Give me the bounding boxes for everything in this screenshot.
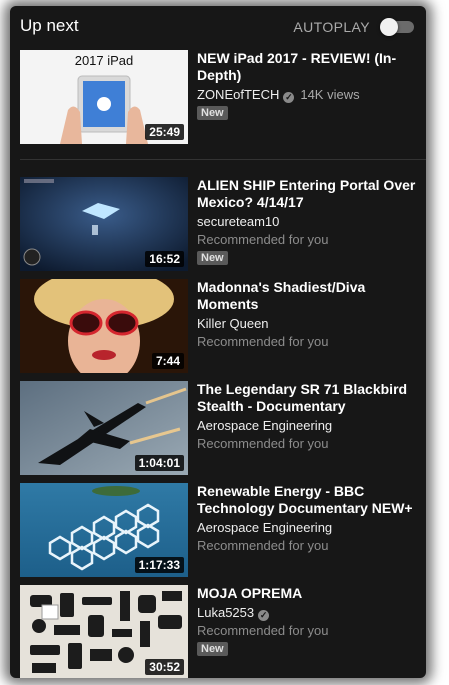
new-badge: New [197,251,228,265]
verified-check-icon: ✓ [283,92,295,103]
channel-name[interactable]: Killer Queen [197,316,269,331]
verified-check-icon: ✓ [258,610,270,621]
video-duration: 1:17:33 [134,557,184,573]
video-thumbnail-6[interactable]: 30:52 [20,585,188,678]
video-item-3[interactable]: 7:44 Madonna's Shadiest/Diva Moments Kil… [20,279,420,373]
recommended-label: Recommended for you [197,436,329,451]
video-thumbnail-2[interactable]: 16:52 [20,177,188,271]
video-item-5[interactable]: 1:17:33 Renewable Energy - BBC Technolog… [20,483,420,577]
video-channel-row: ZONEofTECH ✓ 14K views [197,86,422,103]
recommended-label: Recommended for you [197,623,329,638]
video-duration: 25:49 [145,124,184,140]
up-next-title: Up next [20,16,79,35]
video-channel-row: Luka5253 ✓ [197,604,422,621]
video-duration: 1:04:01 [134,455,184,471]
channel-name[interactable]: ZONEofTECH [197,87,279,102]
channel-name[interactable]: Aerospace Engineering [197,520,332,535]
video-thumbnail-3[interactable]: 7:44 [20,279,188,373]
autoplay-toggle-knob [380,18,398,36]
video-channel-row: Killer Queen [197,315,422,332]
recommended-label: Recommended for you [197,232,329,247]
video-info-3: Madonna's Shadiest/Diva Moments Killer Q… [197,279,422,350]
video-title[interactable]: MOJA OPREMA [197,585,422,602]
video-item-2[interactable]: 16:52 ALIEN SHIP Entering Portal Over Me… [20,177,420,271]
thumbnail-caption: 2017 iPad [74,53,134,68]
video-info-2: ALIEN SHIP Entering Portal Over Mexico? … [197,177,422,266]
video-channel-row: secureteam10 [197,213,422,230]
video-duration: 16:52 [145,251,184,267]
video-title[interactable]: ALIEN SHIP Entering Portal Over Mexico? … [197,177,422,211]
video-info-6: MOJA OPREMA Luka5253 ✓ Recommended for yo… [197,585,422,657]
autoplay-label: AUTOPLAY [293,19,370,35]
video-thumbnail-4[interactable]: 1:04:01 [20,381,188,475]
section-divider [20,159,426,160]
new-badge: New [197,642,228,656]
video-thumbnail-1[interactable]: 2017 iPad 25:49 [20,50,188,144]
recommended-label: Recommended for you [197,538,329,553]
video-info-5: Renewable Energy - BBC Technology Docume… [197,483,422,554]
channel-name[interactable]: Aerospace Engineering [197,418,332,433]
video-info-4: The Legendary SR 71 Blackbird Stealth - … [197,381,422,452]
video-item-4[interactable]: 1:04:01 The Legendary SR 71 Blackbird St… [20,381,420,475]
video-title[interactable]: Madonna's Shadiest/Diva Moments [197,279,422,313]
video-thumbnail-5[interactable]: 1:17:33 [20,483,188,577]
video-title[interactable]: NEW iPad 2017 - REVIEW! (In-Depth) [197,50,422,84]
channel-name[interactable]: secureteam10 [197,214,279,229]
up-next-header: Up next AUTOPLAY [20,16,416,38]
video-duration: 30:52 [145,659,184,675]
video-info-1: NEW iPad 2017 - REVIEW! (In-Depth) ZONEo… [197,50,422,121]
video-title[interactable]: The Legendary SR 71 Blackbird Stealth - … [197,381,422,415]
new-badge: New [197,106,228,120]
autoplay-toggle[interactable] [380,18,416,36]
video-duration: 7:44 [151,353,184,369]
video-item-6[interactable]: 30:52 MOJA OPREMA Luka5253 ✓ Recommended … [20,585,420,678]
video-channel-row: Aerospace Engineering [197,519,422,536]
video-channel-row: Aerospace Engineering [197,417,422,434]
view-count: 14K views [300,87,360,102]
video-title[interactable]: Renewable Energy - BBC Technology Docume… [197,483,422,517]
channel-name[interactable]: Luka5253 [197,605,254,620]
video-item-1[interactable]: 2017 iPad 25:49 NEW iPad 2017 - REVIEW! … [20,50,420,144]
recommended-label: Recommended for you [197,334,329,349]
up-next-panel: Up next AUTOPLAY 2017 iPad 25:49 NEW iPa… [10,6,426,678]
